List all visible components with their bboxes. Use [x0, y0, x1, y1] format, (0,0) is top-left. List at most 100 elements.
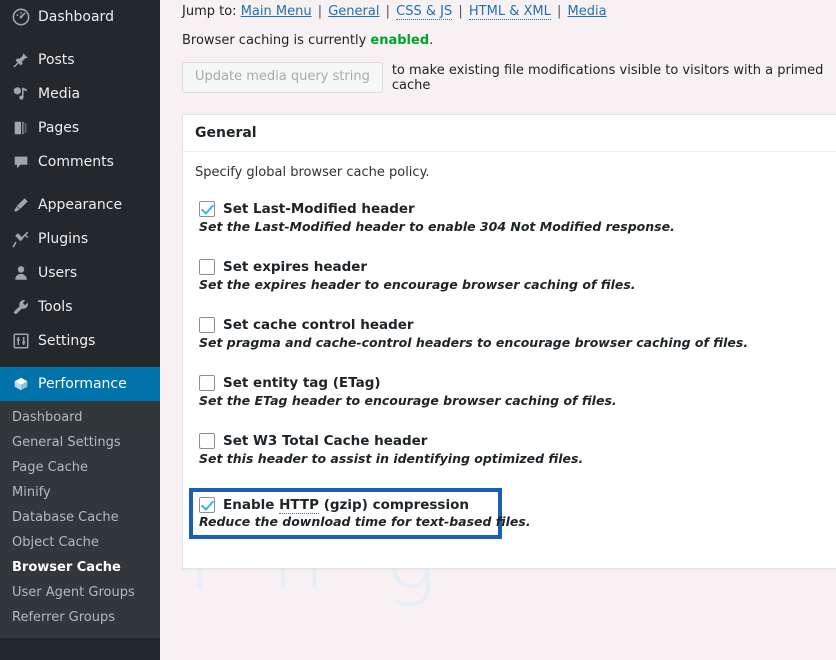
setting-description: Set this header to assist in identifying…: [199, 451, 584, 467]
setting-row-main: Set Last-Modified header: [199, 201, 832, 218]
menu-separator: [0, 358, 160, 367]
submenu-item-minify[interactable]: Minify: [0, 480, 160, 505]
admin-sidebar: Dashboard Posts Media Pages Comments Appearan…: [0, 0, 168, 660]
status-prefix: Browser caching is currently: [182, 33, 371, 48]
status-badge: enabled: [370, 33, 430, 48]
setting-row-set-last-modified-header: Set Last-Modified header Set the Last-Mod…: [195, 198, 836, 237]
setting-row-set-expires-header: Set expires header Set the expires header…: [195, 256, 836, 295]
setting-row-set-cache-control-header: Set cache control header Set pragma and c…: [195, 314, 836, 353]
checkbox-set-cache-control-header[interactable]: [199, 317, 215, 334]
setting-label[interactable]: Enable HTTP (gzip) compression: [223, 497, 469, 515]
wrench-icon: [12, 297, 38, 317]
pin-icon: [12, 50, 38, 70]
submenu-item-object-cache[interactable]: Object Cache: [0, 530, 160, 555]
sidebar-item-performance[interactable]: Performance: [0, 367, 168, 401]
sidebar-item-label: Appearance: [38, 197, 123, 213]
menu-separator: [0, 34, 160, 43]
checkbox-set-entity-tag-etag[interactable]: [199, 375, 215, 392]
setting-description: Set the ETag header to encourage browser…: [199, 393, 617, 409]
setting-label[interactable]: Set W3 Total Cache header: [223, 433, 427, 449]
update-media-query-hint: to make existing file modifications visi…: [391, 62, 824, 93]
setting-description: Set the Last-Modified header to enable 3…: [199, 219, 675, 235]
general-settings-panel: General Specify global browser cache pol…: [182, 114, 836, 570]
setting-row-main: Set expires header: [199, 259, 832, 276]
sidebar-item-media[interactable]: Media: [0, 77, 160, 111]
sidebar-item-settings[interactable]: Settings: [0, 324, 160, 358]
sidebar-item-users[interactable]: Users: [0, 256, 160, 290]
performance-icon: [12, 374, 38, 394]
setting-row-main: Set W3 Total Cache header: [199, 433, 832, 450]
setting-row-main: Enable HTTP (gzip) compression: [199, 497, 492, 515]
panel-description: Specify global browser cache policy.: [195, 165, 430, 181]
sidebar-item-label: Plugins: [38, 231, 89, 247]
jump-link-main-menu[interactable]: Main Menu: [241, 4, 312, 19]
jump-to-bar: Jump to: Main Menu | General | CSS & JS …: [160, 0, 836, 20]
sidebar-item-posts[interactable]: Posts: [0, 43, 160, 77]
jump-link-css-js[interactable]: CSS & JS: [396, 4, 453, 20]
sidebar-item-label: Pages: [38, 120, 80, 136]
submenu-item-dashboard[interactable]: Dashboard: [0, 405, 160, 430]
content-area: ecu e b h o s t i n g Jump to: Main Menu…: [160, 0, 836, 660]
jump-link-general[interactable]: General: [328, 4, 379, 19]
menu-separator: [0, 179, 160, 188]
sidebar-item-tools[interactable]: Tools: [0, 290, 160, 324]
sidebar-item-label: Performance: [38, 376, 127, 392]
sidebar-item-label: Posts: [38, 52, 75, 68]
sidebar-item-plugins[interactable]: Plugins: [0, 222, 160, 256]
jump-separator: |: [458, 4, 463, 19]
setting-label[interactable]: Set Last-Modified header: [223, 201, 415, 217]
sidebar-item-appearance[interactable]: Appearance: [0, 188, 160, 222]
setting-row-main: Set cache control header: [199, 317, 832, 334]
checkbox-set-w3-total-cache-header[interactable]: [199, 433, 215, 450]
jump-separator: |: [385, 4, 390, 19]
submenu-item-page-cache[interactable]: Page Cache: [0, 455, 160, 480]
checkbox-enable-http-gzip-compression[interactable]: [199, 497, 215, 514]
sidebar-item-comments[interactable]: Comments: [0, 145, 160, 179]
setting-label[interactable]: Set entity tag (ETag): [223, 375, 381, 391]
sidebar-item-label: Settings: [38, 333, 96, 349]
jump-to-label: Jump to:: [182, 4, 237, 19]
panel-title: General: [183, 115, 836, 153]
update-media-query-row: Update media query string to make existi…: [160, 48, 836, 94]
checkbox-set-last-modified-header[interactable]: [199, 201, 215, 218]
submenu-item-referrer-groups[interactable]: Referrer Groups: [0, 605, 160, 630]
setting-row-main: Set entity tag (ETag): [199, 375, 832, 392]
jump-link-media[interactable]: Media: [568, 4, 607, 19]
setting-description: Set pragma and cache-control headers to …: [199, 335, 749, 351]
setting-label[interactable]: Set expires header: [223, 259, 367, 275]
pages-icon: [12, 118, 38, 138]
jump-link-html-xml[interactable]: HTML & XML: [468, 4, 551, 20]
sidebar-item-label: Tools: [38, 299, 73, 315]
setting-row-set-w3-total-cache-header: Set W3 Total Cache header Set this header…: [195, 430, 836, 469]
submenu-item-general-settings[interactable]: General Settings: [0, 430, 160, 455]
setting-label[interactable]: Set cache control header: [223, 317, 414, 333]
sliders-icon: [12, 331, 38, 351]
update-media-query-string-button[interactable]: Update media query string: [182, 62, 383, 94]
plug-icon: [12, 229, 38, 249]
brush-icon: [12, 195, 38, 215]
setting-description: Set the expires header to encourage brow…: [199, 277, 636, 293]
sidebar-item-pages[interactable]: Pages: [0, 111, 160, 145]
sidebar-item-label: Dashboard: [38, 9, 114, 25]
performance-submenu: Dashboard General Settings Page Cache Minif…: [0, 401, 160, 638]
dashboard-icon: [12, 7, 38, 27]
sidebar-item-dashboard[interactable]: Dashboard: [0, 0, 160, 34]
submenu-item-browser-cache[interactable]: Browser Cache: [0, 555, 160, 580]
sidebar-item-label: Users: [38, 265, 78, 281]
sidebar-item-label: Media: [38, 86, 81, 102]
jump-separator: |: [317, 4, 323, 19]
user-icon: [12, 263, 38, 283]
setting-description: Reduce the download time for text-based …: [199, 514, 531, 530]
status-suffix: .: [429, 33, 434, 48]
comments-icon: [12, 152, 38, 172]
setting-row-enable-http-gzip-compression: Enable HTTP (gzip) compression Reduce the…: [189, 488, 531, 540]
sidebar-item-label: Comments: [38, 154, 114, 170]
submenu-item-database-cache[interactable]: Database Cache: [0, 505, 160, 530]
abbr-http: HTTP: [279, 497, 320, 515]
browser-caching-status: Browser caching is currently enabled.: [160, 19, 836, 48]
submenu-item-user-agent-groups[interactable]: User Agent Groups: [0, 580, 160, 605]
setting-row-set-entity-tag-etag: Set entity tag (ETag) Set the ETag header…: [195, 372, 836, 411]
checkbox-set-expires-header[interactable]: [199, 259, 215, 276]
media-icon: [12, 84, 38, 104]
jump-separator: |: [556, 4, 562, 19]
